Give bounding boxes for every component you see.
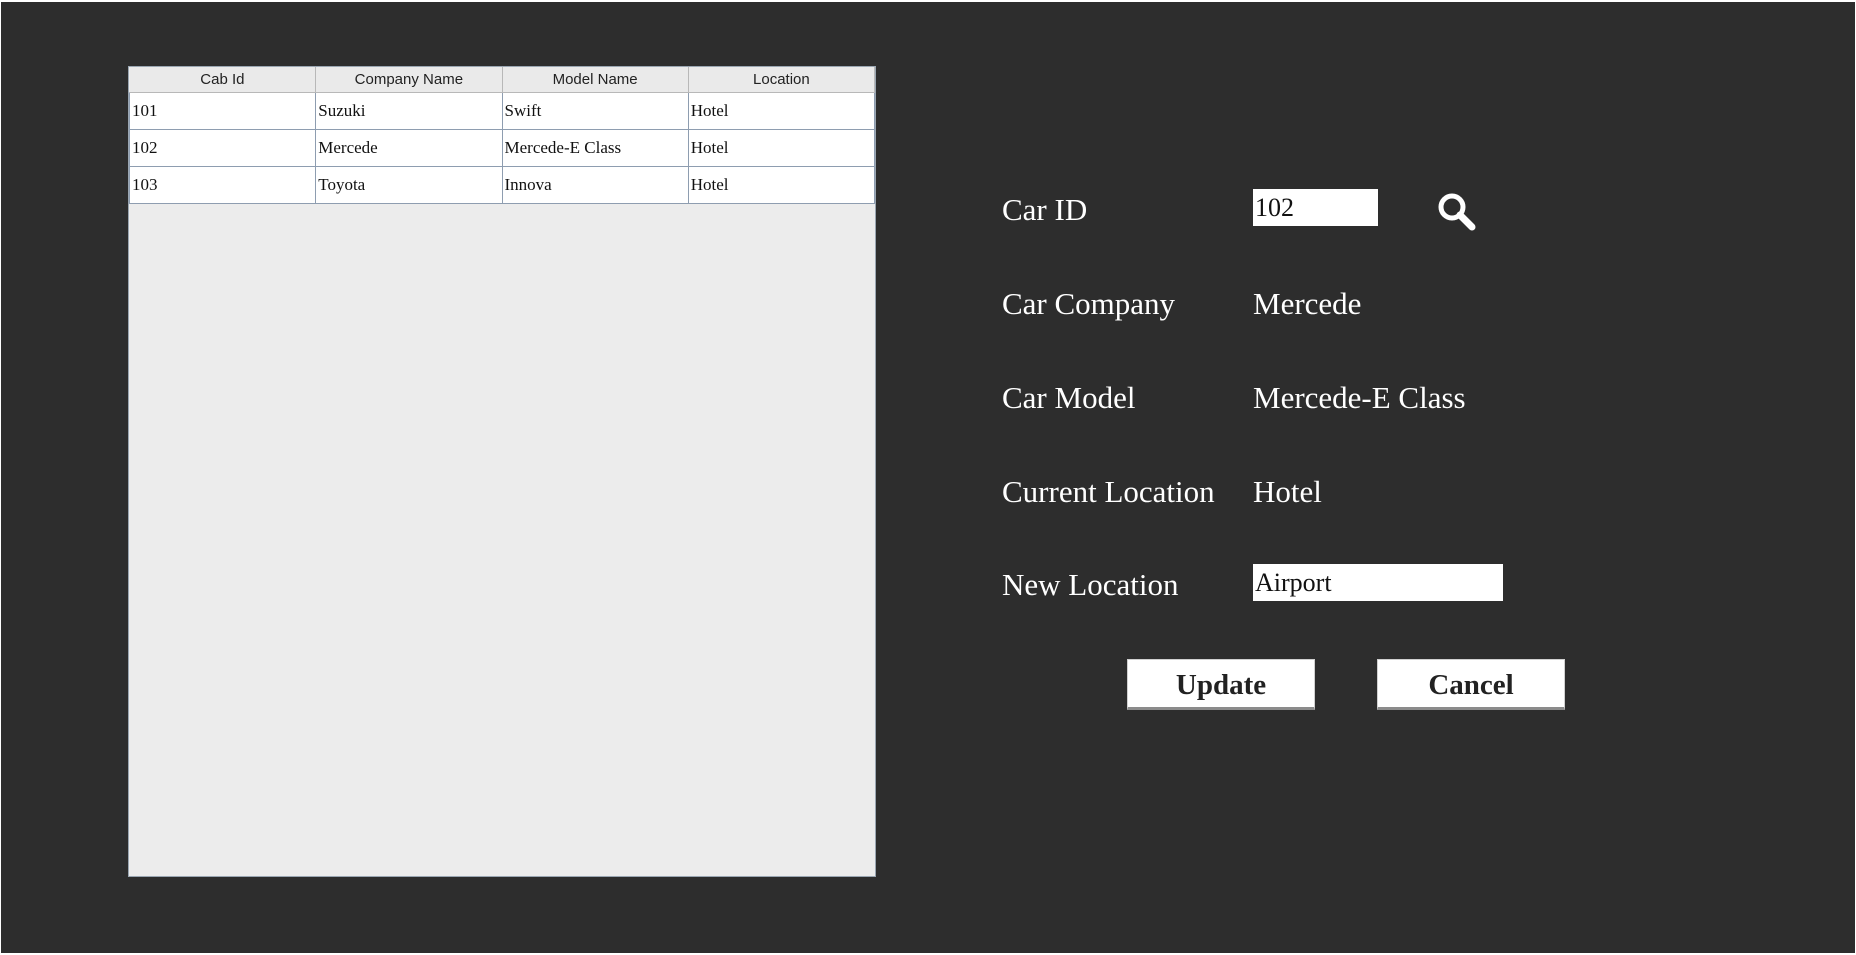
car-company-label: Car Company (1002, 286, 1176, 321)
table-header-row: Cab Id Company Name Model Name Location (129, 67, 876, 93)
table-row[interactable]: 102 Mercede Mercede-E Class Hotel (128, 129, 876, 167)
new-location-input[interactable] (1253, 564, 1503, 601)
cell-location[interactable]: Hotel (687, 92, 876, 130)
main-window: Cab Id Company Name Model Name Location … (1, 2, 1855, 953)
cell-location[interactable]: Hotel (687, 166, 876, 204)
cell-company-name[interactable]: Toyota (315, 166, 503, 204)
cell-cab-id[interactable]: 102 (128, 129, 317, 167)
cell-model-name[interactable]: Mercede-E Class (501, 129, 689, 167)
current-location-label: Current Location (1002, 474, 1215, 509)
cell-company-name[interactable]: Suzuki (315, 92, 503, 130)
column-header-company-name[interactable]: Company Name (315, 67, 503, 93)
column-header-cab-id[interactable]: Cab Id (129, 67, 317, 93)
current-location-value: Hotel (1253, 474, 1322, 509)
column-header-location[interactable]: Location (688, 67, 876, 93)
new-location-label: New Location (1002, 567, 1179, 602)
cell-model-name[interactable]: Swift (501, 92, 689, 130)
car-company-value: Mercede (1253, 286, 1362, 321)
cab-table-panel: Cab Id Company Name Model Name Location … (128, 66, 876, 877)
search-button[interactable] (1435, 190, 1479, 234)
car-model-label: Car Model (1002, 380, 1136, 415)
car-id-label: Car ID (1002, 192, 1088, 227)
car-id-input[interactable] (1253, 189, 1378, 226)
search-icon (1438, 193, 1476, 231)
cancel-button[interactable]: Cancel (1377, 659, 1565, 710)
cell-location[interactable]: Hotel (687, 129, 876, 167)
car-model-value: Mercede-E Class (1253, 380, 1466, 415)
cell-model-name[interactable]: Innova (501, 166, 689, 204)
cell-cab-id[interactable]: 103 (128, 166, 317, 204)
cell-cab-id[interactable]: 101 (128, 92, 317, 130)
cell-company-name[interactable]: Mercede (315, 129, 503, 167)
cab-table: Cab Id Company Name Model Name Location … (128, 67, 876, 204)
column-header-model-name[interactable]: Model Name (502, 67, 689, 93)
update-button[interactable]: Update (1127, 659, 1315, 710)
table-row[interactable]: 101 Suzuki Swift Hotel (128, 92, 876, 130)
table-row[interactable]: 103 Toyota Innova Hotel (128, 166, 876, 204)
